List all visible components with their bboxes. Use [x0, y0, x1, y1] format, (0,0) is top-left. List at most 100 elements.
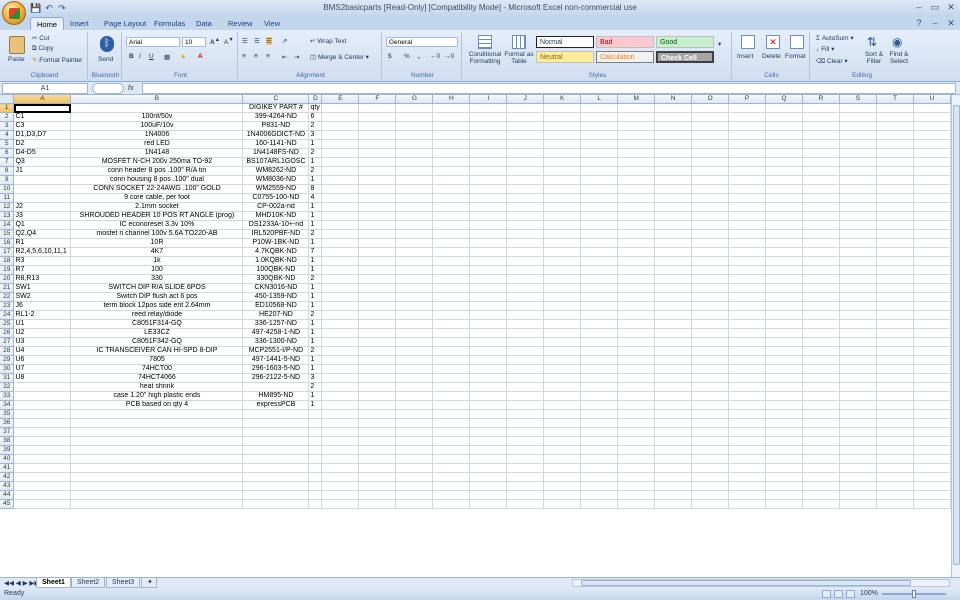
row-header[interactable]: 34: [0, 400, 15, 411]
cell[interactable]: [913, 274, 951, 285]
cell[interactable]: [839, 310, 877, 321]
cell[interactable]: [617, 148, 656, 159]
cell[interactable]: [802, 283, 840, 294]
align-center-icon[interactable]: ≡: [254, 53, 258, 60]
cell[interactable]: [580, 121, 619, 132]
cell[interactable]: [308, 436, 323, 447]
cell[interactable]: [543, 274, 582, 285]
cell[interactable]: [432, 373, 471, 384]
cell[interactable]: [913, 373, 951, 384]
cell[interactable]: [70, 454, 244, 465]
cell[interactable]: [358, 148, 397, 159]
cell[interactable]: [395, 337, 434, 348]
cell[interactable]: C8051F314-GQ: [70, 319, 244, 330]
cell[interactable]: [469, 274, 508, 285]
cell[interactable]: [432, 481, 471, 492]
cell[interactable]: [506, 265, 545, 276]
cell[interactable]: [543, 247, 582, 258]
align-right-icon[interactable]: ≡: [266, 53, 270, 60]
cell[interactable]: [469, 112, 508, 123]
cell[interactable]: [308, 409, 323, 420]
cell[interactable]: [358, 139, 397, 150]
cell[interactable]: [728, 184, 767, 195]
cell[interactable]: [358, 202, 397, 213]
cell[interactable]: [242, 490, 310, 501]
help-icon[interactable]: ?: [912, 17, 926, 29]
vertical-scroll-thumb[interactable]: [953, 105, 960, 565]
cell[interactable]: [358, 274, 397, 285]
cut-button[interactable]: ✂ Cut: [32, 34, 49, 42]
cell[interactable]: [617, 346, 656, 357]
cell[interactable]: [913, 175, 951, 186]
style-good[interactable]: Good: [656, 36, 714, 48]
cell[interactable]: [432, 175, 471, 186]
cell[interactable]: [506, 139, 545, 150]
cell[interactable]: [728, 346, 767, 357]
cell[interactable]: [580, 310, 619, 321]
cell[interactable]: [765, 337, 804, 348]
cell[interactable]: [358, 490, 397, 501]
cell[interactable]: [543, 454, 582, 465]
cell[interactable]: [654, 292, 693, 303]
cell[interactable]: [321, 499, 360, 510]
cell[interactable]: [728, 409, 767, 420]
cell[interactable]: [728, 490, 767, 501]
column-header[interactable]: I: [469, 95, 508, 105]
cell[interactable]: [802, 274, 840, 285]
column-header[interactable]: B: [70, 95, 244, 105]
cell[interactable]: [506, 121, 545, 132]
cell[interactable]: [506, 229, 545, 240]
cell[interactable]: R8,R13: [13, 274, 72, 285]
column-header[interactable]: S: [839, 95, 877, 105]
cell[interactable]: [358, 112, 397, 123]
cell[interactable]: [432, 112, 471, 123]
cell[interactable]: [543, 292, 582, 303]
font-color-icon[interactable]: A: [198, 53, 203, 60]
cell[interactable]: [802, 256, 840, 267]
cell[interactable]: CP-002a-nd: [242, 202, 310, 213]
cell[interactable]: [543, 400, 582, 411]
cell[interactable]: [432, 283, 471, 294]
cell[interactable]: [654, 202, 693, 213]
cell[interactable]: [802, 265, 840, 276]
cell[interactable]: [358, 346, 397, 357]
cell[interactable]: [469, 337, 508, 348]
cell[interactable]: [321, 400, 360, 411]
conditional-formatting-button[interactable]: Conditional Formatting: [466, 33, 502, 69]
cell[interactable]: [543, 427, 582, 438]
cell[interactable]: 1: [308, 202, 323, 213]
cell[interactable]: [321, 373, 360, 384]
cell[interactable]: WM2559-ND: [242, 184, 310, 195]
cell[interactable]: conn housing 8 pos .100" dual: [70, 175, 244, 186]
cell[interactable]: 74HCT00: [70, 364, 244, 375]
cell[interactable]: U3: [13, 337, 72, 348]
cell[interactable]: [395, 139, 434, 150]
autosum-button[interactable]: Σ AutoSum ▾: [816, 34, 854, 42]
worksheet-grid[interactable]: ABCDEFGHIJKLMNOPQRSTU 1 DIGIKEY PART # qty…: [0, 95, 951, 577]
cell[interactable]: [802, 337, 840, 348]
cell[interactable]: [358, 265, 397, 276]
tab-formulas[interactable]: Formulas: [148, 17, 191, 30]
cell[interactable]: [395, 184, 434, 195]
cell[interactable]: BS107ARL1GOSC: [242, 157, 310, 168]
cell[interactable]: [13, 400, 72, 411]
cell[interactable]: [13, 472, 72, 483]
cell[interactable]: [765, 202, 804, 213]
cell[interactable]: [802, 211, 840, 222]
cell[interactable]: [802, 292, 840, 303]
cell[interactable]: [321, 328, 360, 339]
cell[interactable]: 6: [308, 112, 323, 123]
cell[interactable]: [876, 364, 914, 375]
cell[interactable]: [543, 175, 582, 186]
cell[interactable]: [913, 454, 951, 465]
cell[interactable]: [654, 481, 693, 492]
cell[interactable]: [469, 463, 508, 474]
column-header[interactable]: E: [321, 95, 360, 105]
cell[interactable]: 2.1mm socket: [70, 202, 244, 213]
cell[interactable]: [506, 391, 545, 402]
cell[interactable]: [728, 148, 767, 159]
cell[interactable]: [765, 391, 804, 402]
tab-insert[interactable]: Insert: [64, 17, 95, 30]
cell[interactable]: [765, 157, 804, 168]
cell[interactable]: [876, 499, 914, 510]
